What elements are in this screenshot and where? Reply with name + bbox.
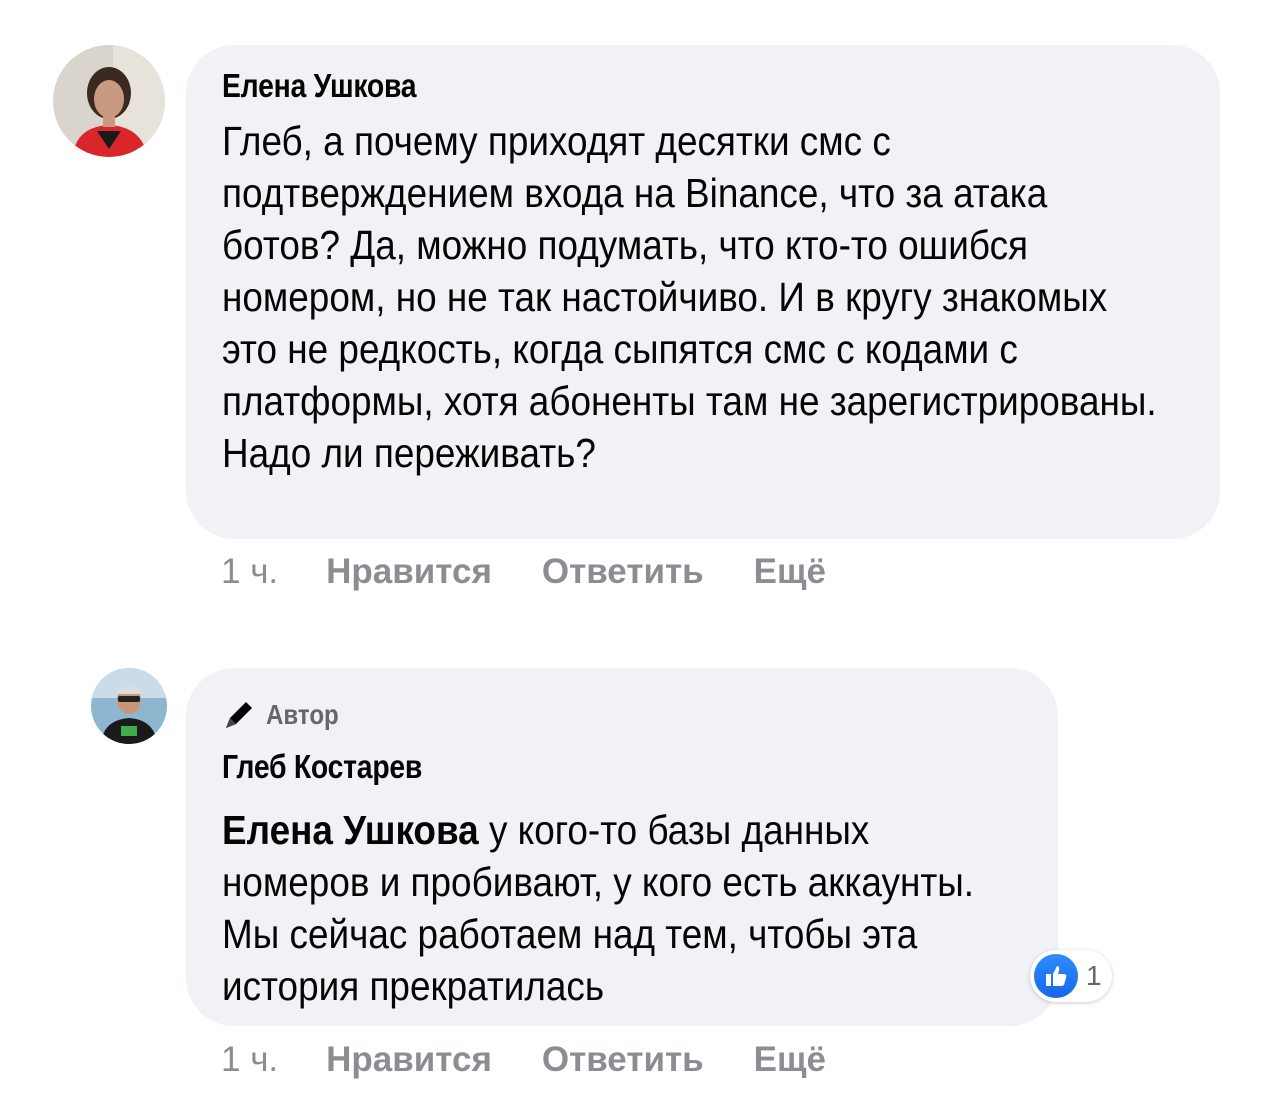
comment-author-name[interactable]: Елена Ушкова bbox=[222, 67, 417, 105]
mention-link[interactable]: Елена Ушкова bbox=[222, 807, 479, 853]
comment-text: Елена Ушкова у кого-то базы данных номер… bbox=[222, 804, 996, 1012]
comment-time[interactable]: 1 ч. bbox=[221, 552, 278, 592]
comment-bubble-2: Автор Глеб Костарев Елена Ушкова у кого-… bbox=[186, 668, 1058, 1026]
comment-time[interactable]: 1 ч. bbox=[221, 1040, 278, 1080]
reaction-count: 1 bbox=[1086, 960, 1102, 991]
reply-button[interactable]: Ответить bbox=[542, 552, 704, 592]
like-button[interactable]: Нравится bbox=[326, 552, 492, 592]
comment-text: Глеб, а почему приходят десятки смс с по… bbox=[222, 118, 1157, 476]
author-badge: Автор bbox=[222, 698, 351, 732]
like-icon bbox=[1034, 954, 1078, 998]
reaction-summary[interactable]: 1 bbox=[1030, 950, 1112, 1002]
comment-author-name[interactable]: Глеб Костарев bbox=[222, 748, 422, 786]
like-button[interactable]: Нравится bbox=[326, 1040, 492, 1080]
avatar-gleb[interactable] bbox=[91, 668, 167, 744]
comment-bubble-1: Елена Ушкова Глеб, а почему приходят дес… bbox=[186, 45, 1220, 539]
reply-button[interactable]: Ответить bbox=[542, 1040, 704, 1080]
pen-icon bbox=[226, 702, 252, 728]
woman-avatar-icon bbox=[53, 45, 165, 157]
man-avatar-icon bbox=[91, 668, 167, 744]
author-badge-label: Автор bbox=[266, 699, 339, 730]
avatar-elena[interactable] bbox=[53, 45, 165, 157]
comment-actions-1: 1 ч. Нравится Ответить Ещё bbox=[221, 552, 826, 592]
more-button[interactable]: Ещё bbox=[754, 552, 826, 592]
more-button[interactable]: Ещё bbox=[754, 1040, 826, 1080]
comment-actions-2: 1 ч. Нравится Ответить Ещё bbox=[221, 1040, 826, 1080]
